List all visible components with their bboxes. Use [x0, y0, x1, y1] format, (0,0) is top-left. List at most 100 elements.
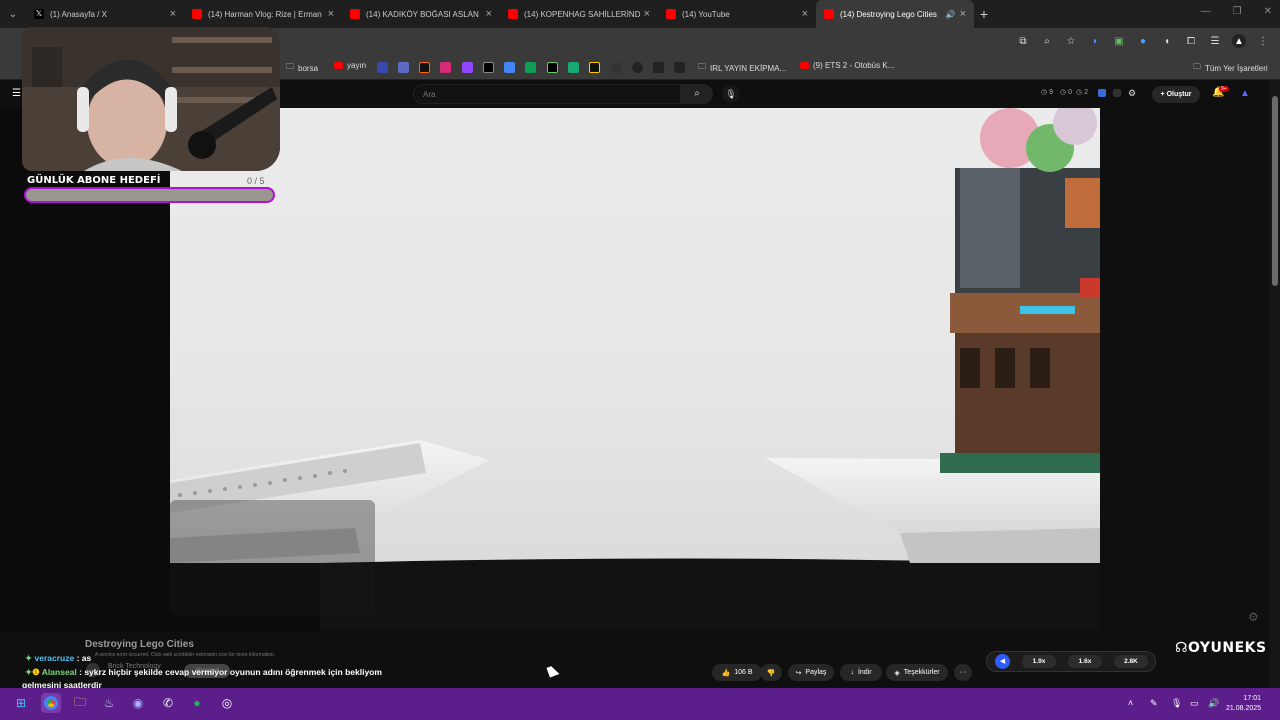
twitch-icon[interactable] — [462, 62, 473, 73]
search-input[interactable]: Ara — [413, 84, 681, 104]
speed-extension-icon[interactable]: ◀ — [995, 654, 1010, 669]
extension-icon[interactable] — [1113, 89, 1121, 97]
thanks-button[interactable]: ◈ Teşekkürler — [886, 664, 948, 681]
extension-icon[interactable] — [1098, 89, 1106, 97]
extension-icon[interactable]: ⚙ — [1128, 88, 1136, 99]
bookmark-star-icon[interactable]: ☆ — [1064, 34, 1078, 48]
new-tab-icon[interactable]: + — [974, 6, 994, 22]
chatgpt-icon[interactable] — [611, 62, 622, 73]
close-window-icon[interactable]: ✕ — [1264, 6, 1272, 17]
tab-destroying-lego[interactable]: (14) Destroying Lego Cities 🔊 × — [816, 0, 974, 28]
tab-x-home[interactable]: 𝕏 (1) Anasayfa / X × — [26, 0, 184, 28]
tab-kadikoy[interactable]: (14) KADIKÖY BOĞASI ASLAN × — [342, 0, 500, 28]
video-player[interactable] — [170, 108, 1100, 631]
profile-avatar-icon[interactable]: ▲ — [1232, 34, 1246, 48]
tray-expand-icon[interactable]: ˄ — [1128, 698, 1133, 708]
close-tab-icon[interactable]: × — [802, 8, 808, 20]
subscriber-goal-bar — [24, 187, 275, 203]
sheets-icon[interactable] — [525, 62, 536, 73]
close-tab-icon[interactable]: × — [486, 8, 492, 20]
network-icon[interactable]: ▭ — [1190, 698, 1199, 709]
create-button[interactable]: + Oluştur — [1152, 86, 1200, 103]
settings-gear-icon[interactable]: ⚙ — [1248, 610, 1259, 624]
bookmark-icon[interactable] — [377, 62, 388, 73]
share-button[interactable]: ↪ Paylaş — [788, 664, 834, 681]
hamburger-menu-icon[interactable]: ☰ — [12, 88, 21, 99]
docs-icon[interactable] — [504, 62, 515, 73]
tab-kopenhag[interactable]: (14) KOPENHAG SAHİLLERİNDE × — [500, 0, 658, 28]
spotify-icon[interactable]: ● — [187, 693, 207, 713]
bookmark-folder-irl[interactable]: 🗀 IRL YAYIN EKİPMA... — [698, 61, 786, 75]
bookmark-icon[interactable] — [632, 62, 643, 73]
more-menu-icon[interactable]: ⋮ — [1256, 34, 1270, 48]
cast-icon[interactable]: ⧉ — [1016, 34, 1030, 48]
voice-search-icon[interactable]: 🎙 — [722, 85, 740, 103]
dislike-button[interactable]: 👎 — [760, 664, 782, 681]
clock-time: 17:01 — [1243, 695, 1262, 702]
x-logo-icon[interactable] — [483, 62, 494, 73]
account-avatar-icon[interactable]: ▲ — [1240, 88, 1250, 99]
bookmark-yayin[interactable]: yayın — [334, 61, 366, 70]
speed-pill[interactable]: 1.6x — [1068, 655, 1102, 668]
whatsapp-icon[interactable]: ✆ — [158, 693, 178, 713]
maximize-icon[interactable]: ❐ — [1233, 6, 1242, 17]
discord-icon[interactable]: ◉ — [128, 693, 148, 713]
speed-pill[interactable]: 1.9x — [1022, 655, 1056, 668]
bookmark-icon[interactable] — [589, 62, 600, 73]
bookmark-ets[interactable]: (9) ETS 2 - Otobüs K... — [800, 61, 894, 70]
search-button[interactable]: ⌕ — [681, 84, 713, 104]
download-button[interactable]: ↓ İndir — [840, 664, 882, 681]
video-title: Destroying Lego Cities — [85, 639, 194, 650]
obs-icon[interactable]: ◎ — [217, 693, 237, 713]
clock-date: 21.08.2025 — [1226, 705, 1262, 712]
zoom-icon[interactable]: ⌕ — [1040, 34, 1054, 48]
window-controls: — ❐ ✕ — [1201, 6, 1272, 17]
webcam-overlay — [22, 27, 280, 171]
microphone-icon[interactable]: 🎙 — [1171, 698, 1182, 709]
instagram-icon[interactable] — [440, 62, 451, 73]
tab-search-icon[interactable]: ☰ — [1208, 34, 1222, 48]
extension-icon[interactable]: ◗ — [1088, 34, 1102, 48]
puzzle-icon[interactable]: ⧠ — [1184, 34, 1198, 48]
bookmark-folder-borsa[interactable]: 🗀 borsa — [286, 61, 318, 75]
close-tab-icon[interactable]: × — [644, 8, 650, 20]
close-tab-icon[interactable]: × — [960, 8, 966, 20]
close-tab-icon[interactable]: × — [328, 8, 334, 20]
bookmark-icon[interactable] — [419, 62, 430, 73]
tab-search-chevron-icon[interactable]: ⌄ — [0, 0, 26, 28]
minimize-icon[interactable]: — — [1201, 6, 1211, 17]
tab-youtube[interactable]: (14) YouTube × — [658, 0, 816, 28]
extension-icon[interactable]: ◖ — [1160, 34, 1174, 48]
like-button[interactable]: 👍 106 B — [712, 664, 762, 681]
steam-icon[interactable]: ♨ — [99, 693, 119, 713]
headset-icon: ☊ — [1175, 640, 1188, 656]
volume-icon[interactable]: 🔊 — [1208, 698, 1219, 709]
tab-harman-vlog[interactable]: (14) Harman Vlog: Rize | Erman × — [184, 0, 342, 28]
bookmark-icon[interactable] — [653, 62, 664, 73]
pen-icon[interactable]: ✎ — [1150, 698, 1158, 709]
bookmark-icon[interactable] — [568, 62, 579, 73]
extension-icon[interactable]: ● — [1136, 34, 1150, 48]
system-clock[interactable]: 17:01 21.08.2025 — [1226, 694, 1261, 714]
speaker-icon[interactable]: 🔊 — [946, 10, 956, 19]
stat-counter: ◷ 2 — [1076, 89, 1088, 96]
speed-pill[interactable]: 2.8K — [1114, 655, 1148, 668]
folder-icon: 🗀 — [286, 62, 294, 71]
more-actions-button[interactable]: ··· — [954, 664, 972, 681]
search-icon: ⌕ — [694, 88, 700, 99]
bookmark-icon[interactable] — [398, 62, 409, 73]
bookmark-icon[interactable] — [674, 62, 685, 73]
download-label: İndir — [857, 669, 872, 676]
bookmark-all-folder[interactable]: 🗀 Tüm Yer İşaretleri — [1193, 61, 1268, 75]
extension-icon[interactable]: ▣ — [1112, 34, 1126, 48]
bookmark-icon[interactable] — [547, 62, 558, 73]
file-explorer-icon[interactable]: 🗀 — [70, 693, 90, 713]
scrollbar-thumb[interactable] — [1272, 96, 1278, 286]
stat-value: 0 — [1068, 89, 1072, 96]
lego-tower — [940, 108, 1100, 473]
chat-message: ✦ veracruze : as — [25, 653, 92, 663]
toolbar-icons: ⧉ ⌕ ☆ ◗ ▣ ● ◖ ⧠ ☰ ▲ ⋮ — [1016, 34, 1270, 48]
windows-start-icon[interactable]: ⊞ — [11, 693, 31, 713]
close-tab-icon[interactable]: × — [170, 8, 176, 20]
chrome-icon[interactable] — [41, 693, 61, 713]
